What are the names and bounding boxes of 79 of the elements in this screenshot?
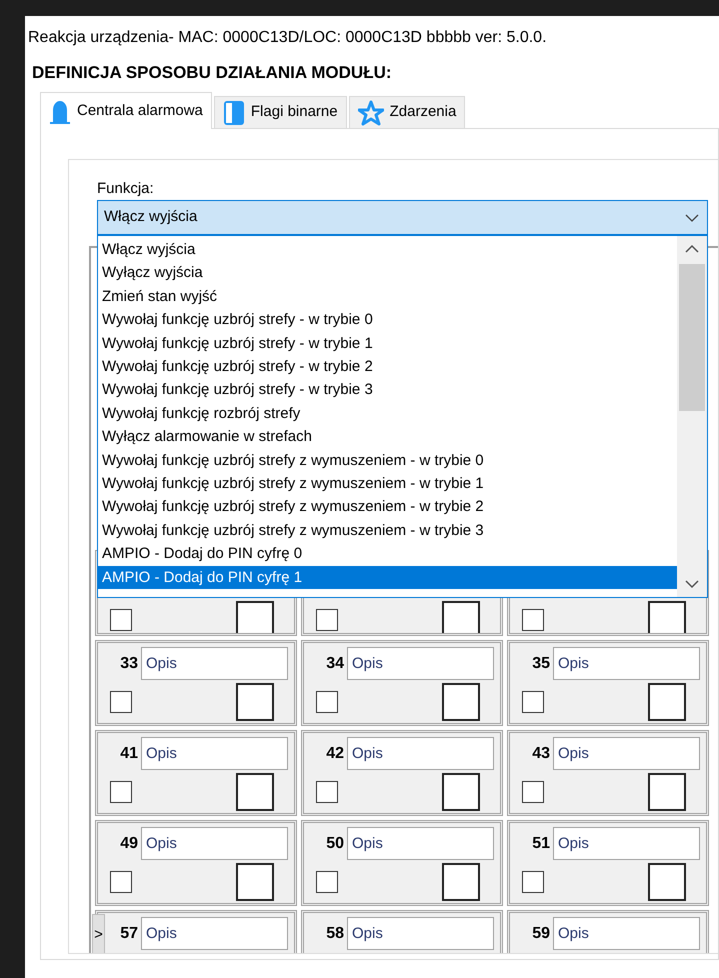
checkbox[interactable] [316, 609, 338, 631]
section-heading: DEFINICJA SPOSOBU DZIAŁANIA MODUŁU: [31, 62, 393, 84]
output-number: 41 [120, 744, 138, 762]
scroll-thumb[interactable] [679, 264, 705, 411]
checkbox[interactable] [110, 609, 132, 631]
color-swatch[interactable] [442, 773, 480, 811]
dropdown-option[interactable]: Wyłącz wyjścia [98, 261, 677, 285]
checkbox[interactable] [522, 871, 544, 893]
description-field[interactable]: Opis [553, 827, 700, 860]
field-label: Funkcja: [97, 179, 155, 199]
dropdown-option[interactable]: Wyłącz alarmowanie w strefach [98, 425, 677, 449]
dropdown-option[interactable]: Wywołaj funkcję uzbrój strefy - w trybie 0 [98, 308, 677, 332]
color-swatch[interactable] [648, 683, 686, 721]
dropdown-option[interactable]: Wywołaj funkcję uzbrój strefy z wymuszeniem - w trybie 0 [98, 448, 677, 472]
description-field[interactable]: Opis [553, 917, 700, 950]
output-number: 59 [532, 924, 550, 942]
output-number: 58 [326, 924, 344, 942]
output-number: 49 [120, 834, 138, 852]
checkbox[interactable] [316, 781, 338, 803]
description-field[interactable]: Opis [141, 737, 288, 770]
output-number: 43 [532, 744, 550, 762]
dropdown-option[interactable]: Wywołaj funkcję rozbrój strefy [98, 402, 677, 426]
color-swatch[interactable] [442, 863, 480, 901]
color-swatch[interactable] [648, 601, 686, 633]
output-number: 42 [326, 744, 344, 762]
dropdown-option[interactable]: Włącz wyjścia [98, 238, 677, 262]
color-swatch[interactable] [648, 773, 686, 811]
dropdown-option[interactable]: Wywołaj funkcję uzbrój strefy - w trybie 1 [98, 332, 677, 356]
scroll-up-icon [685, 244, 699, 254]
color-swatch[interactable] [442, 601, 480, 633]
checkbox[interactable] [522, 781, 544, 803]
dropdown-option[interactable]: Wywołaj funkcję uzbrój strefy z wymuszeniem - w trybie 2 [98, 495, 677, 519]
checkbox[interactable] [522, 691, 544, 713]
checkbox[interactable] [522, 609, 544, 631]
description-field[interactable]: Opis [347, 737, 494, 770]
dropdown-option[interactable]: Wywołaj funkcję uzbrój strefy - w trybie 2 [98, 355, 677, 378]
output-number: 51 [532, 834, 550, 852]
color-swatch[interactable] [236, 773, 274, 811]
description-field[interactable]: Opis [347, 917, 494, 950]
scroll-down-icon [685, 579, 699, 589]
tab[interactable]: Centrala alarmowa [40, 92, 212, 129]
chevron-down-icon [685, 214, 699, 222]
description-field[interactable]: Opis [347, 827, 494, 860]
dropdown-option[interactable]: Wywołaj funkcję uzbrój strefy z wymuszeniem - w trybie 3 [98, 518, 677, 542]
dropdown-option[interactable]: AMPIO - Dodaj do PIN cyfrę 1 [98, 566, 677, 590]
output-number: 33 [120, 654, 138, 672]
scrollbar[interactable] [677, 236, 707, 597]
tab[interactable]: Flagi binarne [214, 96, 347, 128]
output-number: 34 [326, 654, 344, 672]
function-dropdown[interactable]: Włącz wyjścia [97, 200, 708, 235]
output-number: 57 [120, 924, 138, 942]
checkbox[interactable] [110, 691, 132, 713]
half-square-icon [222, 100, 245, 126]
color-swatch[interactable] [236, 601, 274, 633]
checkbox[interactable] [110, 871, 132, 893]
description-field[interactable]: Opis [141, 827, 288, 860]
window-title: Reakcja urządzenia- MAC: 0000C13D/LOC: 0000C13D bbbbb ver: 5.0.0. [27, 28, 548, 48]
star-icon [358, 100, 384, 126]
color-swatch[interactable] [236, 683, 274, 721]
output-number: 35 [532, 654, 550, 672]
dropdown-option[interactable]: Wywołaj funkcję uzbrój strefy z wymuszeniem - w trybie 1 [98, 472, 677, 496]
checkbox[interactable] [110, 781, 132, 803]
description-field[interactable]: Opis [553, 737, 700, 770]
color-swatch[interactable] [442, 683, 480, 721]
dropdown-option[interactable]: Zmień stan wyjść [98, 284, 677, 308]
description-field[interactable]: Opis [347, 647, 494, 680]
checkbox[interactable] [316, 871, 338, 893]
output-number: 50 [326, 834, 344, 852]
color-swatch[interactable] [648, 863, 686, 901]
description-field[interactable]: Opis [553, 647, 700, 680]
color-swatch[interactable] [236, 863, 274, 901]
checkbox[interactable] [316, 691, 338, 713]
dropdown-option[interactable]: AMPIO - Dodaj do PIN cyfrę 0 [98, 542, 677, 566]
bell-icon [49, 98, 71, 124]
description-field[interactable]: Opis [141, 647, 288, 680]
expand-button[interactable]: > [92, 914, 105, 953]
dropdown-option[interactable]: Wywołaj funkcję uzbrój strefy - w trybie 3 [98, 378, 677, 402]
description-field[interactable]: Opis [141, 917, 288, 950]
tab[interactable]: Zdarzenia [348, 96, 466, 128]
